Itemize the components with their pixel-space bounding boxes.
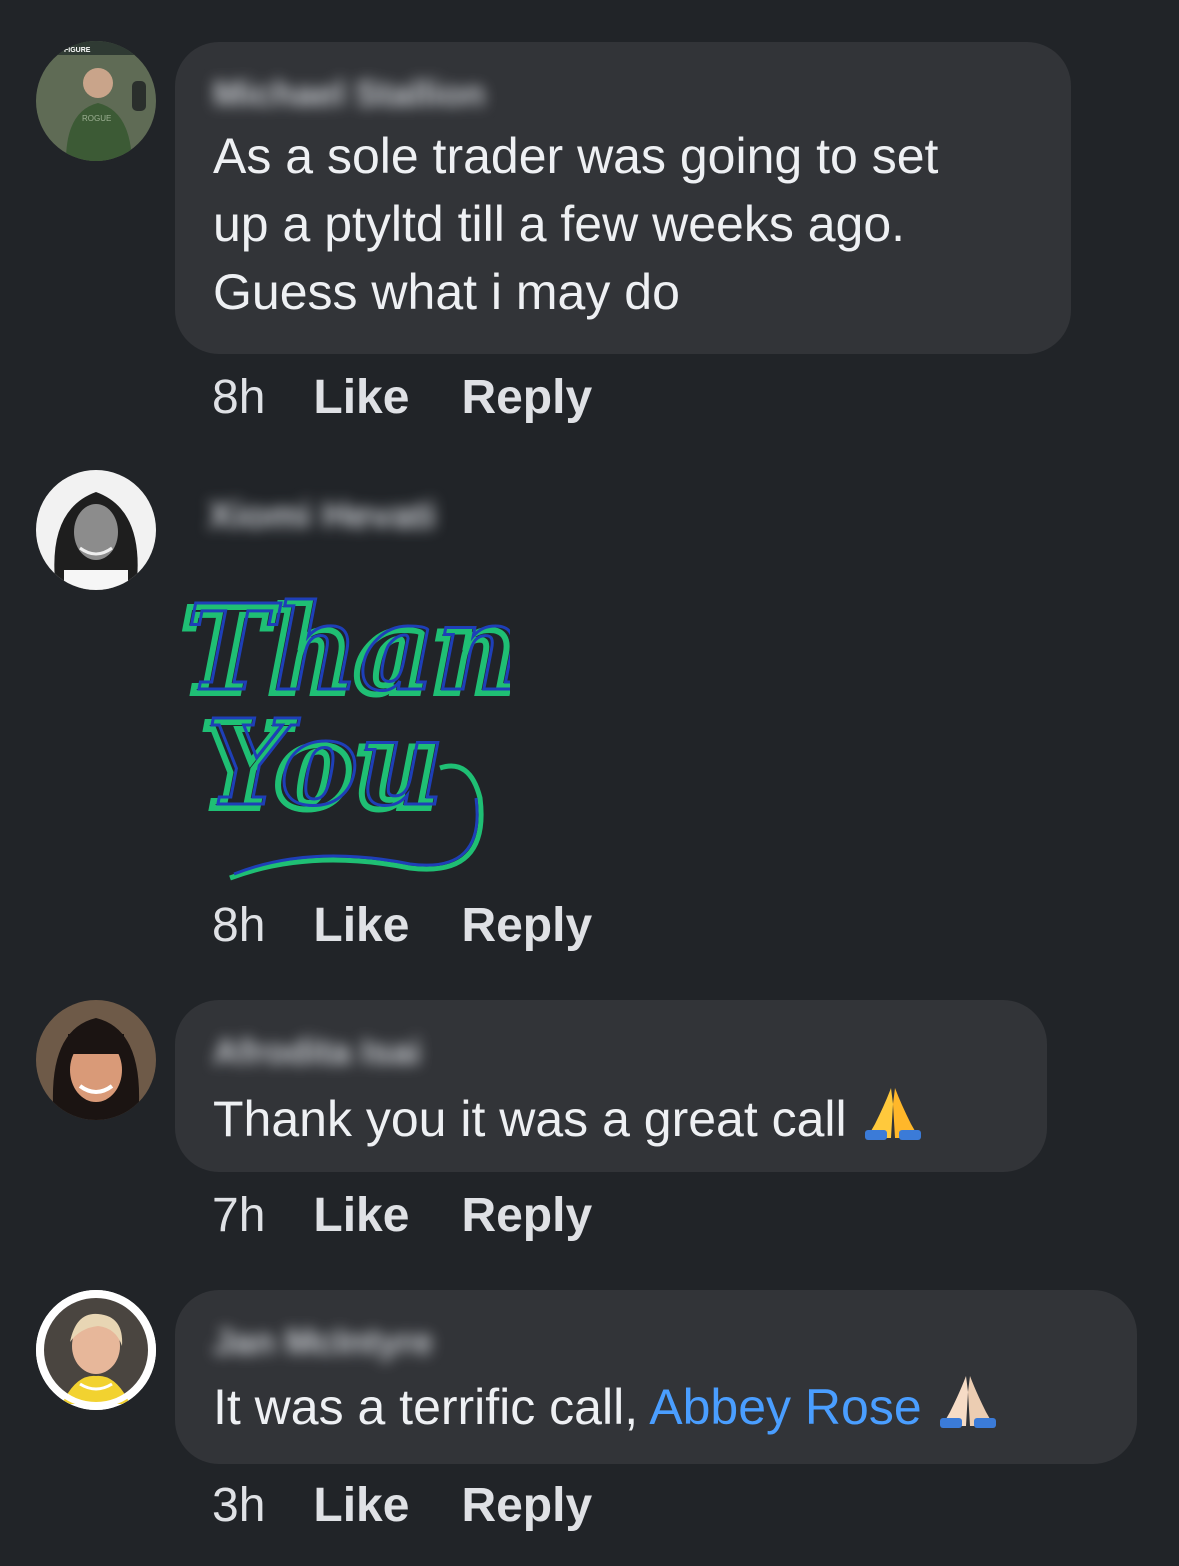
- avatar[interactable]: FIGURE ROGUE: [36, 41, 156, 161]
- comment-time: 8h: [212, 899, 266, 952]
- reply-button[interactable]: Reply: [461, 899, 592, 952]
- comment-text: As a sole trader was going to set up a p…: [213, 128, 939, 320]
- comment-actions: 7h Like Reply: [212, 1186, 644, 1246]
- avatar[interactable]: [36, 1000, 156, 1120]
- avatar-badge-text: FIGURE: [64, 47, 91, 54]
- author-name[interactable]: Jan McIntyre: [213, 1320, 1099, 1364]
- reply-button[interactable]: Reply: [461, 1189, 592, 1242]
- author-name[interactable]: Michael Stallion: [213, 72, 1033, 116]
- comment-bubble: Afrodita Isai Thank you it was a great c…: [175, 1000, 1047, 1172]
- author-name[interactable]: Afrodita Isai: [213, 1030, 1009, 1074]
- folded-hands-icon: [861, 1084, 925, 1159]
- sticker-text-you-shadow: You: [206, 693, 444, 832]
- comment-time: 7h: [212, 1189, 266, 1242]
- like-button[interactable]: Like: [313, 1189, 409, 1242]
- like-button[interactable]: Like: [313, 899, 409, 952]
- like-button[interactable]: Like: [313, 1479, 409, 1532]
- comment-actions: 3h Like Reply: [212, 1476, 644, 1536]
- avatar[interactable]: [36, 1290, 156, 1410]
- comment-time: 3h: [212, 1479, 266, 1532]
- comment-text: Thank you it was a great call: [213, 1084, 1009, 1159]
- thank-you-sticker: Thank Thank You You: [170, 548, 605, 893]
- avatar-photo: [36, 1000, 156, 1120]
- avatar-photo: [36, 470, 156, 590]
- reply-button[interactable]: Reply: [461, 1479, 592, 1532]
- reply-button[interactable]: Reply: [461, 371, 592, 424]
- folded-hands-icon: [936, 1372, 1000, 1447]
- avatar-photo: FIGURE ROGUE: [36, 41, 156, 161]
- comment-text-body: Thank you it was a great call: [213, 1091, 847, 1147]
- avatar[interactable]: [36, 470, 156, 590]
- comment-bubble: Michael Stallion As a sole trader was go…: [175, 42, 1071, 354]
- comment-bubble: Jan McIntyre It was a terrific call, Abb…: [175, 1290, 1137, 1464]
- avatar-shirt-text: ROGUE: [82, 114, 111, 123]
- comment-actions: 8h Like Reply: [212, 896, 644, 956]
- mention-link[interactable]: Abbey Rose: [649, 1379, 921, 1435]
- comment-text-body: It was a terrific call,: [213, 1379, 639, 1435]
- comment-actions: 8h Like Reply: [212, 368, 644, 428]
- like-button[interactable]: Like: [313, 371, 409, 424]
- comment-time: 8h: [212, 371, 266, 424]
- avatar-photo: [38, 1292, 154, 1408]
- comment-text: It was a terrific call, Abbey Rose: [213, 1372, 1099, 1447]
- author-name[interactable]: Xiomi Hevati: [208, 494, 436, 538]
